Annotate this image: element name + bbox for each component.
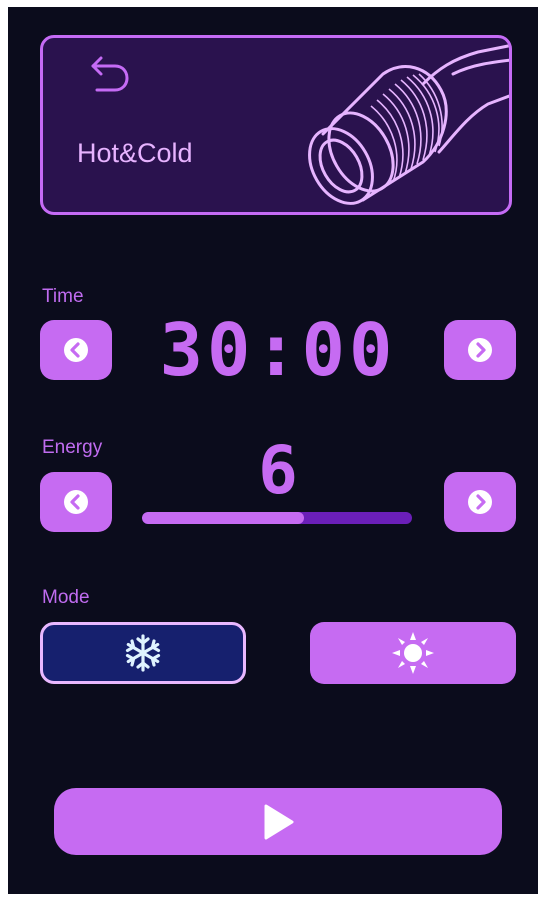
time-decrease-button[interactable] (40, 320, 112, 380)
back-button[interactable] (87, 52, 135, 96)
header-card: Hot&Cold (40, 35, 512, 215)
energy-display: 6 (258, 432, 298, 509)
chevron-right-icon (468, 338, 492, 362)
mode-hot-button[interactable] (310, 622, 516, 684)
start-button[interactable] (54, 788, 502, 855)
roller-handpiece-illustration (308, 44, 509, 205)
mode-label: Mode (42, 587, 90, 608)
chevron-right-icon (468, 490, 492, 514)
energy-decrease-button[interactable] (40, 472, 112, 532)
sun-icon (392, 632, 434, 674)
page-title: Hot&Cold (77, 138, 193, 168)
time-display: 30:00 (159, 308, 397, 392)
play-icon (264, 804, 294, 839)
back-arrow-icon (91, 56, 129, 92)
time-label: Time (42, 286, 84, 307)
chevron-left-icon (64, 490, 88, 514)
snowflake-icon (125, 634, 161, 672)
app-screen: Hot&Cold Time 30:00 Energy 6 Mode (8, 7, 538, 894)
energy-level-fill (142, 512, 304, 524)
energy-increase-button[interactable] (444, 472, 516, 532)
time-increase-button[interactable] (444, 320, 516, 380)
energy-label: Energy (42, 437, 103, 458)
energy-level-bar (142, 512, 412, 524)
chevron-left-icon (64, 338, 88, 362)
mode-cold-button[interactable] (40, 622, 246, 684)
